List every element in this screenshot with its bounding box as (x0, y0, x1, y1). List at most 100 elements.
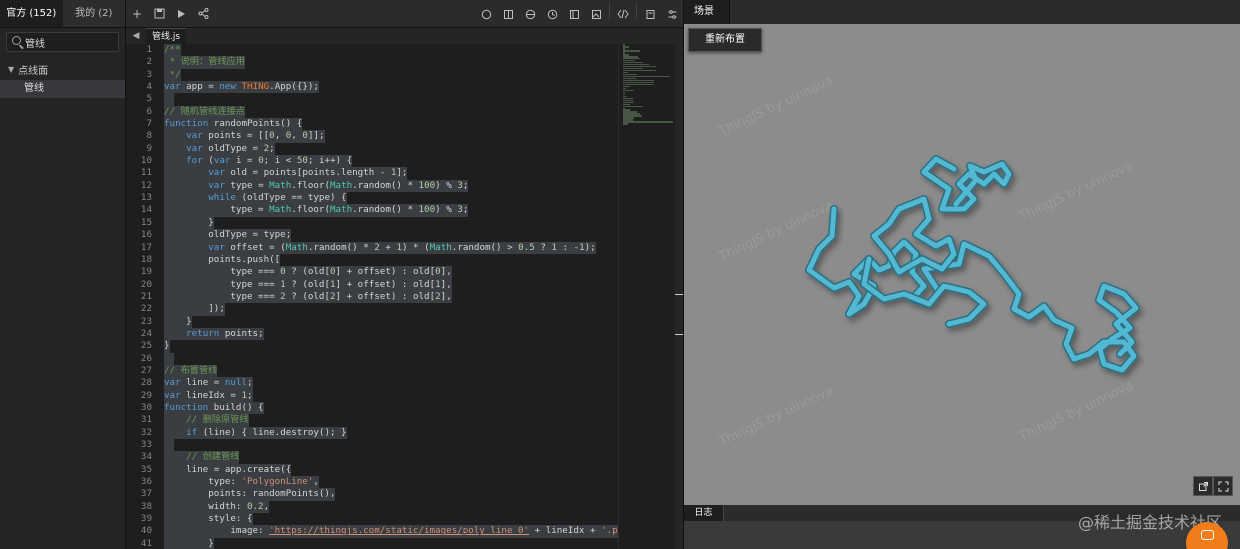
image-icon[interactable] (585, 3, 607, 25)
code-line[interactable]: 30 function build() { (126, 401, 618, 415)
code-text: if (line) { line.destroy(); } (164, 426, 347, 439)
code-line[interactable]: 14 type = Math.floor(Math.random() * 100… (126, 204, 618, 217)
code-line[interactable]: 18 points.push([ (126, 253, 618, 267)
line-number: 8 (146, 130, 152, 142)
code-line[interactable]: 25} (126, 340, 618, 353)
tree-item-pipeline[interactable]: 管线 (0, 80, 125, 98)
code-text: var type = Math.floor(Math.random() * 10… (164, 179, 469, 193)
line-number: 40 (140, 525, 152, 537)
file-tab[interactable]: 管线.js (146, 28, 187, 44)
code-line[interactable]: 38 width: 0.2, (126, 500, 618, 514)
cube-icon[interactable] (475, 3, 497, 25)
code-line[interactable]: 28 var line = null; (126, 377, 618, 390)
code-line[interactable]: 9 var oldType = 2; (126, 142, 618, 156)
tab-mine[interactable]: 我的 (2) (63, 0, 126, 27)
line-number: 13 (140, 192, 152, 204)
code-line[interactable]: 16 oldType = type; (126, 229, 618, 242)
line-number: 4 (146, 81, 152, 93)
code-line[interactable]: 29 var lineIdx = 1; (126, 389, 618, 402)
toolbar-right-group (475, 3, 683, 25)
layout-icon[interactable] (563, 3, 585, 25)
share-icon[interactable] (192, 3, 214, 25)
code-line[interactable]: 23 } (126, 315, 618, 328)
search-input[interactable] (25, 33, 115, 51)
code-line[interactable]: 4 var app = new THING.App({}); (126, 81, 618, 94)
code-line[interactable]: 11 var old = points[points.length - 1]; (126, 167, 618, 180)
code-line[interactable]: 31 // 删除原管线 (126, 414, 618, 427)
code-text: for (var i = 0; i < 50; i++) { (164, 155, 353, 168)
code-line[interactable]: 6 // 随机管线连接点 (126, 105, 618, 119)
editor-toolbar: + (126, 0, 683, 28)
save-icon[interactable] (148, 3, 170, 25)
code-text: width: 0.2, (164, 500, 270, 514)
code-line[interactable]: 33 (126, 439, 618, 452)
code-line[interactable]: 5 (126, 93, 618, 106)
code-line[interactable]: 35 line = app.create({ (126, 463, 618, 477)
settings-icon[interactable] (661, 3, 683, 25)
clock-icon[interactable] (541, 3, 563, 25)
globe-icon[interactable] (519, 3, 541, 25)
code-text: /** (164, 44, 181, 57)
search-icon (12, 36, 21, 45)
code-text: * 说明：管线应用 (164, 56, 245, 69)
line-number: 25 (140, 340, 152, 352)
code-line[interactable]: 27 // 布置管线 (126, 364, 618, 378)
code-line[interactable]: 21 type === 2 ? (old[2] + offset) : old[… (126, 290, 618, 304)
line-number: 35 (140, 463, 152, 475)
code-line[interactable]: 40 image: 'https://thingjs.com/static/im… (126, 525, 618, 538)
code-text (164, 352, 174, 365)
code-line[interactable]: 36 type: 'PolygonLine', (126, 476, 618, 489)
tab-log[interactable]: 日志 (684, 505, 724, 521)
code-line[interactable]: 34 // 创建管线 (126, 451, 618, 464)
code-line[interactable]: 12 var type = Math.floor(Math.random() *… (126, 179, 618, 193)
tree-group-points-lines[interactable]: ▼ 点线面 (0, 56, 125, 77)
line-number: 20 (140, 278, 152, 290)
code-line[interactable]: 13 while (oldType == type) { (126, 192, 618, 205)
code-area[interactable]: 1/** 2 * 说明：管线应用 3 */4 var app = new THING.… (126, 44, 618, 549)
book-icon[interactable] (497, 3, 519, 25)
code-line[interactable]: 22 ]); (126, 303, 618, 316)
back-arrow-icon[interactable]: ◀ (126, 31, 146, 41)
line-number: 29 (140, 389, 152, 401)
doc-icon[interactable] (639, 3, 661, 25)
code-line[interactable]: 41 } (126, 537, 618, 549)
relayout-button[interactable]: 重新布置 (688, 28, 762, 52)
popout-icon[interactable] (1193, 476, 1213, 496)
code-line[interactable]: 19 type === 0 ? (old[0] + offset) : old[… (126, 266, 618, 279)
plus-icon[interactable]: + (126, 3, 148, 25)
toolbar-divider (636, 3, 637, 19)
code-line[interactable]: 26 (126, 352, 618, 365)
code-minimap[interactable] (618, 44, 675, 549)
tab-official[interactable]: 官方 (152) (0, 0, 63, 27)
editor-scrollbar[interactable] (675, 44, 683, 549)
code-line[interactable]: 24 return points; (126, 327, 618, 341)
code-line[interactable]: 8 var points = [[0, 0, 0]]; (126, 130, 618, 143)
code-text: points: randomPoints(), (164, 488, 336, 501)
code-line[interactable]: 17 var offset = (Math.random() * 2 + 1) … (126, 241, 618, 254)
3d-viewport[interactable]: ThingJS by uinnova ThingJS by uinnova Th… (684, 24, 1240, 505)
code-icon[interactable] (612, 3, 634, 25)
code-line[interactable]: 2 * 说明：管线应用 (126, 56, 618, 69)
line-number: 28 (140, 377, 152, 389)
code-line[interactable]: 39 style: { (126, 513, 618, 526)
line-number: 5 (146, 93, 152, 105)
code-line[interactable]: 20 type === 1 ? (old[1] + offset) : old[… (126, 278, 618, 291)
minimap-line (623, 49, 640, 52)
code-line[interactable]: 7 function randomPoints() { (126, 118, 618, 131)
code-line[interactable]: 10 for (var i = 0; i < 50; i++) { (126, 155, 618, 168)
search-box[interactable] (6, 32, 119, 52)
code-line[interactable]: 3 */ (126, 68, 618, 82)
run-icon[interactable] (170, 3, 192, 25)
code-line[interactable]: 37 points: randomPoints(), (126, 488, 618, 501)
line-number: 30 (140, 401, 152, 413)
code-text: } (164, 340, 170, 353)
pipeline-3d-model (805, 155, 1140, 374)
line-number: 23 (140, 315, 152, 327)
code-line[interactable]: 15 } (126, 216, 618, 230)
fullscreen-icon[interactable] (1213, 476, 1233, 496)
code-line[interactable]: 32 if (line) { line.destroy(); } (126, 426, 618, 439)
code-line[interactable]: 1 /** (126, 44, 618, 57)
scene-title[interactable]: 场景 (684, 0, 730, 24)
line-number: 41 (140, 537, 152, 549)
code-text: points.push([ (164, 253, 281, 267)
